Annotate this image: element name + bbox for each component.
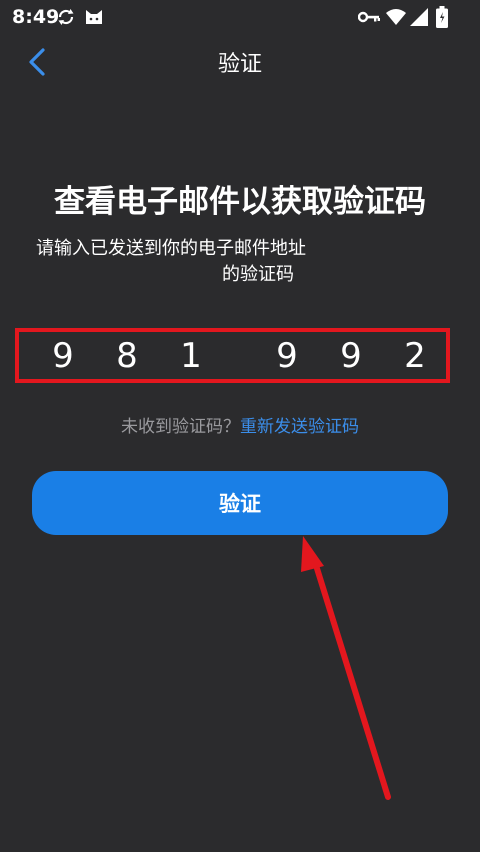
- screen: 8:49 验证 查看电子邮件以获取验证码 请输入已发送到你的电子邮件地址 的验证…: [0, 0, 480, 852]
- resend-row: 未收到验证码？重新发送验证码: [0, 412, 480, 437]
- instruction-line-1: 请输入已发送到你的电子邮件地址: [36, 238, 306, 259]
- verification-heading: 查看电子邮件以获取验证码: [54, 184, 426, 220]
- cat-icon: [86, 10, 102, 24]
- status-bar: 8:49: [0, 0, 480, 36]
- battery-icon: [436, 6, 448, 28]
- signal-icon: [410, 8, 428, 26]
- resend-code-link[interactable]: 重新发送验证码: [240, 417, 359, 437]
- code-digit-5: 9: [340, 336, 362, 376]
- key-icon: [358, 11, 380, 23]
- status-time: 8:49: [12, 6, 60, 28]
- page-title: 验证: [217, 52, 262, 77]
- resend-prompt: 未收到验证码？: [121, 417, 240, 437]
- sync-icon: [58, 9, 74, 25]
- instruction-line-2: 的验证码: [222, 264, 294, 285]
- wifi-icon: [386, 9, 406, 25]
- verify-button[interactable]: 验证: [32, 471, 448, 535]
- code-digit-2: 8: [116, 336, 138, 376]
- code-digit-4: 9: [276, 336, 298, 376]
- verification-code-field[interactable]: [15, 328, 450, 383]
- code-digit-1: 9: [52, 336, 74, 376]
- code-digit-6: 2: [404, 336, 426, 376]
- code-digit-3: 1: [180, 336, 202, 376]
